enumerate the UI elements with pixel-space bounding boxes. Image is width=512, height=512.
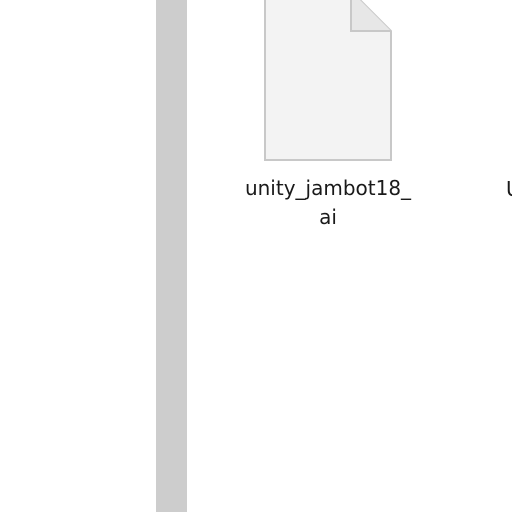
file-item[interactable]: unity_jambot18_ ai: [239, 0, 417, 240]
file-name-label: unity_jambot18_ ai: [239, 174, 417, 232]
next-file-name-label[interactable]: U: [506, 175, 512, 204]
file-name-line1: unity_jambot18_: [244, 176, 412, 200]
blank-document-icon: [264, 0, 392, 161]
navigation-pane-scrollbar[interactable]: [156, 0, 187, 512]
explorer-window: unity_jambot18_ ai U: [0, 0, 512, 512]
file-name-line2: ai: [319, 205, 337, 229]
file-list-view[interactable]: unity_jambot18_ ai U: [187, 0, 512, 512]
navigation-pane[interactable]: [0, 0, 156, 512]
